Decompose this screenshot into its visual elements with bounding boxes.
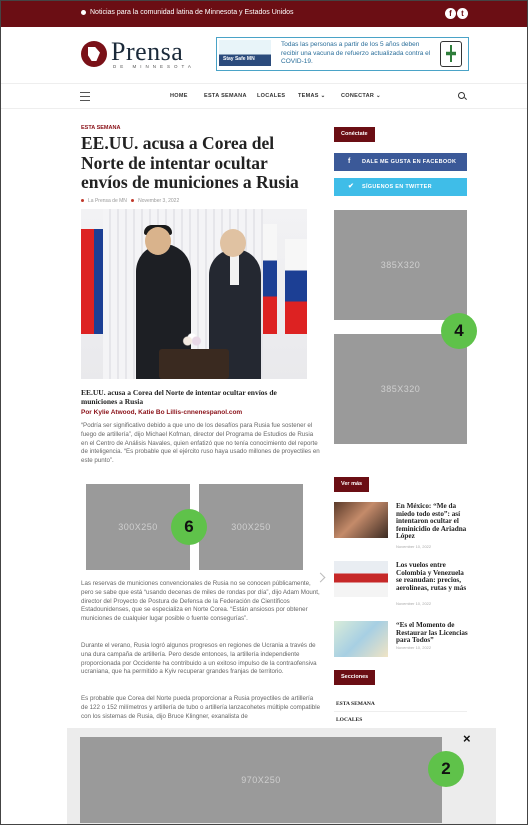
topbar-tagline: Noticias para la comunidad latina de Min… bbox=[81, 9, 294, 16]
info-icon bbox=[81, 9, 86, 15]
article-photo bbox=[81, 209, 307, 379]
related-thumbnail[interactable] bbox=[334, 621, 388, 657]
ad-size-label: 970X250 bbox=[241, 775, 281, 785]
logo-name: Prensa bbox=[111, 37, 184, 66]
person-right-head bbox=[220, 229, 246, 257]
minnesota-logo-icon bbox=[81, 41, 107, 67]
facebook-like-button[interactable]: f DALE ME GUSTA EN FACEBOOK bbox=[334, 153, 467, 171]
bottom-ad[interactable]: 970X250 bbox=[80, 737, 442, 823]
photo-caption: EE.UU. acusa a Corea del Norte de intent… bbox=[81, 388, 277, 406]
article-date: November 3, 2022 bbox=[138, 198, 180, 204]
related-thumbnail[interactable] bbox=[334, 502, 388, 538]
connect-heading: Conéctate bbox=[334, 127, 375, 142]
nav-temas[interactable]: TEMAS ⌄ bbox=[298, 93, 326, 99]
nav-home[interactable]: HOME bbox=[170, 93, 188, 99]
related-item[interactable]: En México: “Me da miedo todo esto”: así … bbox=[334, 502, 470, 549]
site-logo[interactable]: Prensa DE MINNESOTA bbox=[81, 37, 201, 73]
related-date: November 10, 2022 bbox=[396, 601, 432, 606]
banner-image bbox=[219, 40, 271, 66]
banner-logo-text: Stay Safe MN bbox=[223, 56, 255, 62]
facebook-icon: f bbox=[348, 158, 351, 165]
logo-subtitle: DE MINNESOTA bbox=[113, 64, 195, 69]
person-left-head bbox=[145, 227, 171, 255]
person-right-shirt bbox=[230, 255, 239, 285]
twitter-button-label: SÍGUENOS EN TWITTER bbox=[362, 184, 432, 190]
twitter-icon[interactable]: t bbox=[457, 8, 468, 19]
related-thumbnail[interactable] bbox=[334, 561, 388, 597]
close-icon[interactable]: × bbox=[463, 731, 471, 746]
menu-icon[interactable] bbox=[80, 92, 90, 101]
article-meta: La Prensa de MN November 3, 2022 bbox=[81, 198, 179, 204]
related-item[interactable]: “Es el Momento de Restaurar las Licencia… bbox=[334, 621, 469, 661]
ad-size-label: 385X320 bbox=[380, 260, 421, 270]
search-icon[interactable] bbox=[458, 92, 465, 99]
russia-flag-2 bbox=[285, 239, 307, 334]
north-korea-flag bbox=[81, 229, 103, 334]
facebook-button-label: DALE ME GUSTA EN FACEBOOK bbox=[362, 159, 457, 165]
ad-size-label: 385X320 bbox=[380, 384, 421, 394]
top-bar: Noticias para la comunidad latina de Min… bbox=[1, 1, 527, 27]
related-date: November 10, 2022 bbox=[396, 645, 432, 650]
author-dot-icon bbox=[81, 199, 84, 203]
sidebar-ad-1[interactable]: 385X320 bbox=[334, 210, 467, 320]
annotation-badge-4: 4 bbox=[441, 313, 477, 349]
photo-flowers bbox=[181, 333, 203, 349]
banner-message: Todas las personas a partir de los 5 año… bbox=[281, 41, 431, 65]
inline-ad-right[interactable]: 300X250 bbox=[199, 484, 303, 570]
sidebar-ad-2[interactable]: 385X320 bbox=[334, 334, 467, 444]
twitter-follow-button[interactable]: ✔ SÍGUENOS EN TWITTER bbox=[334, 178, 467, 196]
photo-table bbox=[159, 349, 229, 379]
article-title: EE.UU. acusa a Corea del Norte de intent… bbox=[81, 133, 299, 192]
divider bbox=[334, 711, 467, 712]
article-byline: Por Kylie Atwood, Katie Bo Lillis-cnnene… bbox=[81, 409, 243, 416]
ad-size-label: 300X250 bbox=[231, 522, 271, 532]
facebook-icon[interactable]: f bbox=[445, 8, 456, 19]
annotation-badge-6: 6 bbox=[171, 509, 207, 545]
related-item[interactable]: Los vuelos entre Colombia y Venezuela se… bbox=[334, 561, 470, 606]
main-nav: HOME ESTA SEMANA LOCALES TEMAS ⌄ CONECTA… bbox=[1, 83, 527, 109]
browser-page: Noticias para la comunidad latina de Min… bbox=[0, 0, 528, 825]
article-paragraph-4: Es probable que Corea del Norte pueda pr… bbox=[81, 695, 321, 720]
more-heading: Ver más bbox=[334, 477, 370, 492]
article-author[interactable]: La Prensa de MN bbox=[88, 198, 127, 204]
russia-flag bbox=[263, 224, 277, 334]
related-title[interactable]: En México: “Me da miedo todo esto”: así … bbox=[396, 502, 470, 541]
section-link-locales[interactable]: LOCALES bbox=[336, 717, 362, 723]
nav-conectar[interactable]: CONECTAR ⌄ bbox=[341, 93, 381, 99]
sections-heading: Secciones bbox=[334, 670, 376, 685]
topbar-text: Noticias para la comunidad latina de Min… bbox=[90, 9, 294, 16]
nav-locales[interactable]: LOCALES bbox=[257, 93, 285, 99]
annotation-badge-2: 2 bbox=[428, 751, 464, 787]
date-dot-icon bbox=[131, 199, 135, 203]
header-banner-ad[interactable]: Stay Safe MN Todas las personas a partir… bbox=[216, 37, 469, 71]
related-title[interactable]: “Es el Momento de Restaurar las Licencia… bbox=[396, 621, 470, 645]
twitter-icon: ✔ bbox=[348, 183, 354, 190]
related-title[interactable]: Los vuelos entre Colombia y Venezuela se… bbox=[396, 561, 470, 592]
article-category[interactable]: ESTA SEMANA bbox=[81, 125, 120, 131]
vaccine-icon bbox=[440, 41, 462, 67]
nav-esta-semana[interactable]: ESTA SEMANA bbox=[204, 93, 247, 99]
article-paragraph-3: Durante el verano, Rusia logró algunos p… bbox=[81, 642, 317, 676]
related-date: November 10, 2022 bbox=[396, 544, 432, 549]
section-link-esta-semana[interactable]: ESTA SEMANA bbox=[336, 701, 375, 707]
article-paragraph-1: “Podría ser significativo debido a que u… bbox=[81, 422, 320, 465]
article-paragraph-2: Las reservas de municiones convencionale… bbox=[81, 580, 320, 623]
